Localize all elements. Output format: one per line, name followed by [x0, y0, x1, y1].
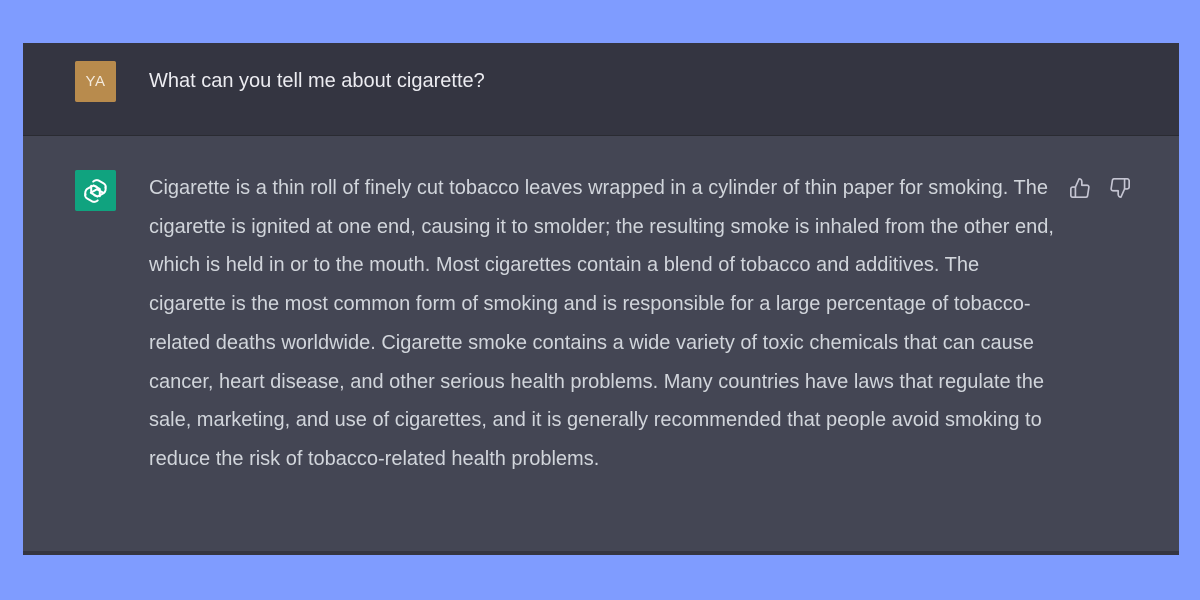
- assistant-avatar: [75, 170, 116, 211]
- user-message-row: YA What can you tell me about cigarette?: [23, 43, 1179, 136]
- user-avatar: YA: [75, 61, 116, 102]
- user-message-text: What can you tell me about cigarette?: [149, 70, 485, 92]
- openai-logo-icon: [83, 178, 107, 203]
- assistant-message-text: Cigarette is a thin roll of finely cut t…: [149, 177, 1054, 470]
- chat-window-bottom-edge: [23, 551, 1179, 555]
- assistant-message-row: Cigarette is a thin roll of finely cut t…: [23, 136, 1179, 551]
- thumbs-down-button[interactable]: [1106, 174, 1134, 202]
- chat-window: YA What can you tell me about cigarette?…: [23, 43, 1179, 555]
- thumbs-up-button[interactable]: [1066, 174, 1094, 202]
- thumbs-down-icon: [1110, 178, 1130, 198]
- thumbs-up-icon: [1070, 178, 1090, 198]
